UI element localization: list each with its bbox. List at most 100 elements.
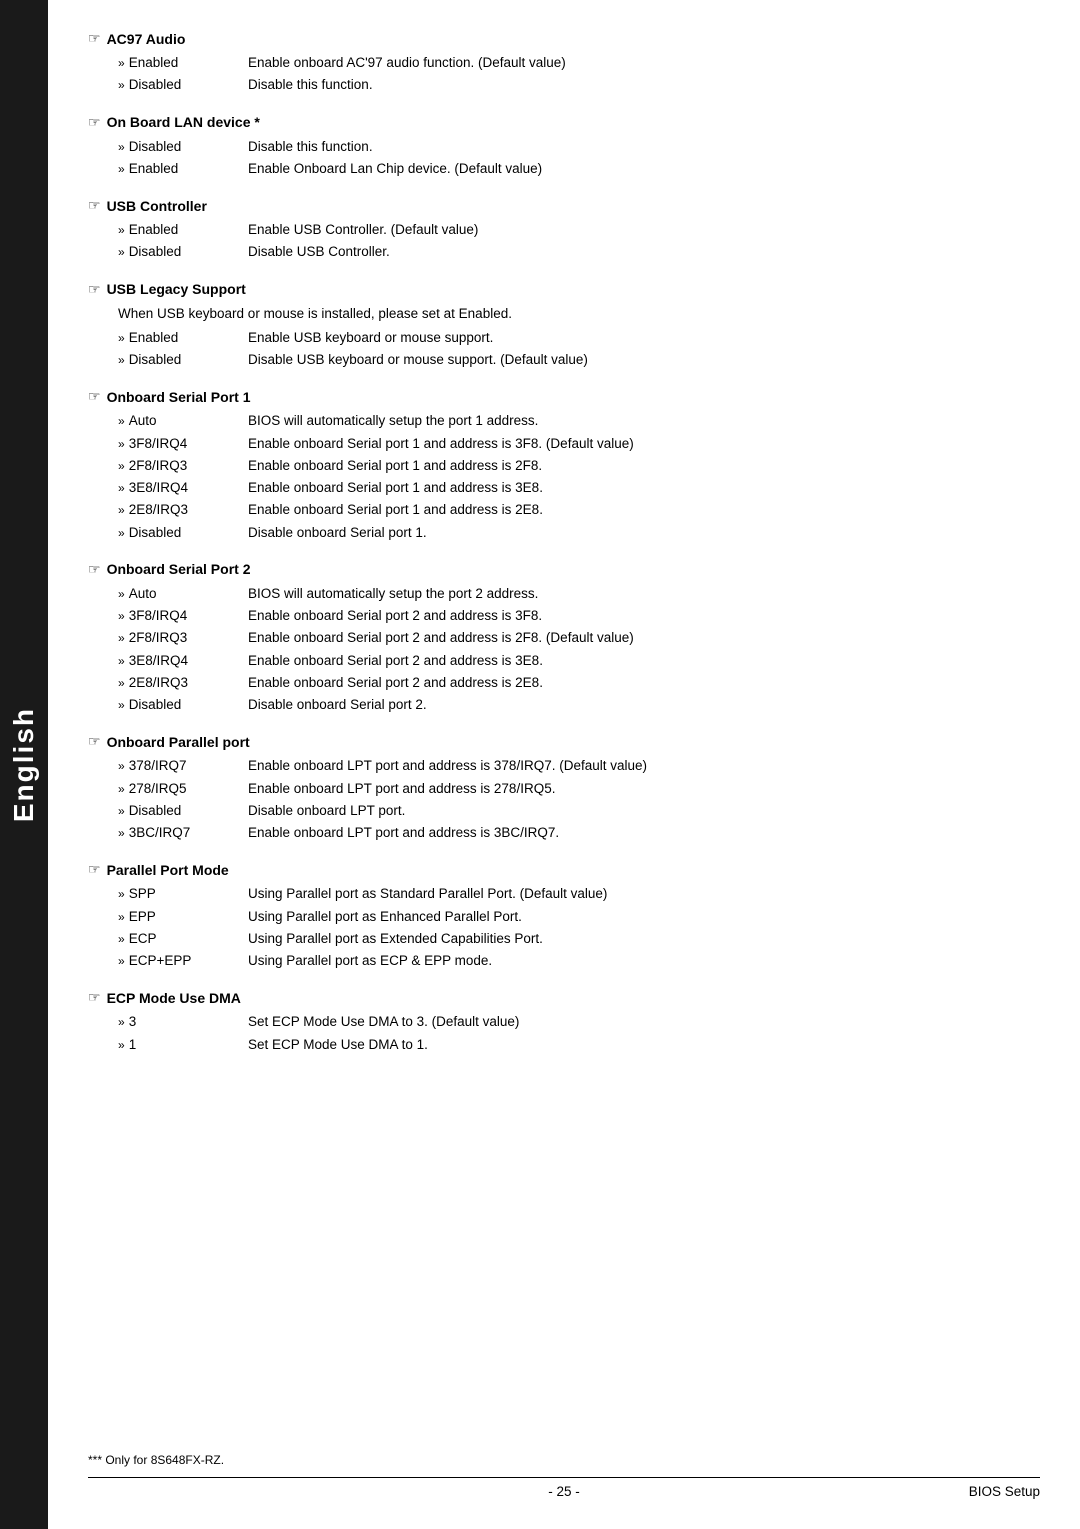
option-key-text: 378/IRQ7 <box>129 756 187 776</box>
option-row: »3E8/IRQ4Enable onboard Serial port 1 an… <box>118 478 1040 498</box>
option-value-text: Enable onboard Serial port 1 and address… <box>248 478 1040 498</box>
option-value-text: Set ECP Mode Use DMA to 3. (Default valu… <box>248 1012 1040 1032</box>
option-key-text: 2E8/IRQ3 <box>129 673 188 693</box>
option-list-ecp-mode-dma: »3Set ECP Mode Use DMA to 3. (Default va… <box>118 1012 1040 1055</box>
option-value-text: Enable USB Controller. (Default value) <box>248 220 1040 240</box>
footer-right-text: BIOS Setup <box>920 1484 1040 1499</box>
option-key: »Disabled <box>118 137 248 157</box>
option-value-text: Disable this function. <box>248 137 1040 157</box>
arrow-icon: » <box>118 501 125 519</box>
option-key: »278/IRQ5 <box>118 779 248 799</box>
option-key: »3E8/IRQ4 <box>118 478 248 498</box>
arrow-icon: » <box>118 652 125 670</box>
arrow-icon: » <box>118 585 125 603</box>
option-row: »378/IRQ7Enable onboard LPT port and add… <box>118 756 1040 776</box>
option-row: »ECP+EPP Using Parallel port as ECP & EPP… <box>118 951 1040 971</box>
option-row: »EnabledEnable onboard AC'97 audio funct… <box>118 53 1040 73</box>
arrow-icon: » <box>118 412 125 430</box>
option-row: »3F8/IRQ4Enable onboard Serial port 2 an… <box>118 606 1040 626</box>
footer-bar: - 25 - BIOS Setup <box>88 1477 1040 1499</box>
arrow-icon: » <box>118 629 125 647</box>
option-value-text: Enable onboard Serial port 1 and address… <box>248 434 1040 454</box>
option-value-text: Using Parallel port as ECP & EPP mode. <box>248 951 1040 971</box>
option-key-text: 1 <box>129 1035 137 1055</box>
option-key-text: Disabled <box>129 242 182 262</box>
option-value-text: Disable onboard Serial port 2. <box>248 695 1040 715</box>
option-key-text: Disabled <box>129 137 182 157</box>
option-list-onboard-serial-port-2: »AutoBIOS will automatically setup the p… <box>118 584 1040 716</box>
option-key: »3F8/IRQ4 <box>118 434 248 454</box>
option-key-text: 3 <box>129 1012 137 1032</box>
section-usb-legacy: USB Legacy Support When USB keyboard or m… <box>88 281 1040 371</box>
option-row: »AutoBIOS will automatically setup the p… <box>118 411 1040 431</box>
sections-container: AC97 Audio»EnabledEnable onboard AC'97 a… <box>88 30 1040 1055</box>
arrow-icon: » <box>118 351 125 369</box>
arrow-icon: » <box>118 802 125 820</box>
option-row: »SPPUsing Parallel port as Standard Para… <box>118 884 1040 904</box>
option-value-text: Using Parallel port as Enhanced Parallel… <box>248 907 1040 927</box>
section-onboard-lan: On Board LAN device *»DisabledDisable th… <box>88 114 1040 180</box>
option-key-text: Enabled <box>129 220 179 240</box>
arrow-icon: » <box>118 221 125 239</box>
option-value-text: BIOS will automatically setup the port 2… <box>248 584 1040 604</box>
option-key: »2F8/IRQ3 <box>118 628 248 648</box>
arrow-icon: » <box>118 780 125 798</box>
option-key-text: 3F8/IRQ4 <box>129 606 188 626</box>
option-value-text: Disable this function. <box>248 75 1040 95</box>
option-row: »DisabledDisable onboard LPT port. <box>118 801 1040 821</box>
section-title-usb-controller: USB Controller <box>88 197 1040 214</box>
option-row: »EPPUsing Parallel port as Enhanced Para… <box>118 907 1040 927</box>
option-key: »Enabled <box>118 53 248 73</box>
option-row: »3Set ECP Mode Use DMA to 3. (Default va… <box>118 1012 1040 1032</box>
option-row: »EnabledEnable Onboard Lan Chip device. … <box>118 159 1040 179</box>
option-key-text: 3E8/IRQ4 <box>129 651 188 671</box>
option-key: »3BC/IRQ7 <box>118 823 248 843</box>
option-key-text: Disabled <box>129 695 182 715</box>
option-row: »ECPUsing Parallel port as Extended Capa… <box>118 929 1040 949</box>
option-row: »AutoBIOS will automatically setup the p… <box>118 584 1040 604</box>
option-list-usb-legacy: »EnabledEnable USB keyboard or mouse sup… <box>118 328 1040 371</box>
arrow-icon: » <box>118 435 125 453</box>
footnote: *** Only for 8S648FX-RZ. <box>88 1453 1040 1467</box>
option-row: »DisabledDisable USB Controller. <box>118 242 1040 262</box>
option-value-text: Set ECP Mode Use DMA to 1. <box>248 1035 1040 1055</box>
arrow-icon: » <box>118 696 125 714</box>
main-content: AC97 Audio»EnabledEnable onboard AC'97 a… <box>48 0 1080 1529</box>
section-onboard-parallel-port: Onboard Parallel port»378/IRQ7Enable onb… <box>88 733 1040 843</box>
option-row: »DisabledDisable onboard Serial port 1. <box>118 523 1040 543</box>
section-note-usb-legacy: When USB keyboard or mouse is installed,… <box>118 304 1040 324</box>
option-key: »Auto <box>118 584 248 604</box>
option-key: »3 <box>118 1012 248 1032</box>
option-key-text: 278/IRQ5 <box>129 779 187 799</box>
option-row: »278/IRQ5Enable onboard LPT port and add… <box>118 779 1040 799</box>
option-key-text: Disabled <box>129 350 182 370</box>
option-value-text: Enable onboard LPT port and address is 3… <box>248 823 1040 843</box>
section-title-onboard-serial-port-1: Onboard Serial Port 1 <box>88 388 1040 405</box>
option-value-text: Enable onboard AC'97 audio function. (De… <box>248 53 1040 73</box>
footer-page-number: - 25 - <box>208 1484 920 1499</box>
section-ecp-mode-dma: ECP Mode Use DMA»3Set ECP Mode Use DMA t… <box>88 989 1040 1055</box>
option-key-text: ECP+EPP <box>129 951 192 971</box>
section-title-onboard-serial-port-2: Onboard Serial Port 2 <box>88 561 1040 578</box>
option-row: »EnabledEnable USB Controller. (Default … <box>118 220 1040 240</box>
arrow-icon: » <box>118 908 125 926</box>
option-key: »2F8/IRQ3 <box>118 456 248 476</box>
option-key-text: Auto <box>129 584 157 604</box>
option-key: »Disabled <box>118 350 248 370</box>
option-value-text: Using Parallel port as Standard Parallel… <box>248 884 1040 904</box>
sidebar-label: English <box>8 707 40 822</box>
option-key: »Enabled <box>118 220 248 240</box>
arrow-icon: » <box>118 1013 125 1031</box>
option-key-text: Disabled <box>129 801 182 821</box>
option-key: »1 <box>118 1035 248 1055</box>
arrow-icon: » <box>118 952 125 970</box>
section-title-usb-legacy: USB Legacy Support <box>88 281 1040 298</box>
option-key-text: 2E8/IRQ3 <box>129 500 188 520</box>
option-key-text: Disabled <box>129 523 182 543</box>
page-container: English AC97 Audio»EnabledEnable onboard… <box>0 0 1080 1529</box>
section-title-onboard-parallel-port: Onboard Parallel port <box>88 733 1040 750</box>
option-key: »Disabled <box>118 242 248 262</box>
option-value-text: Enable onboard Serial port 2 and address… <box>248 628 1040 648</box>
option-key: »378/IRQ7 <box>118 756 248 776</box>
arrow-icon: » <box>118 54 125 72</box>
